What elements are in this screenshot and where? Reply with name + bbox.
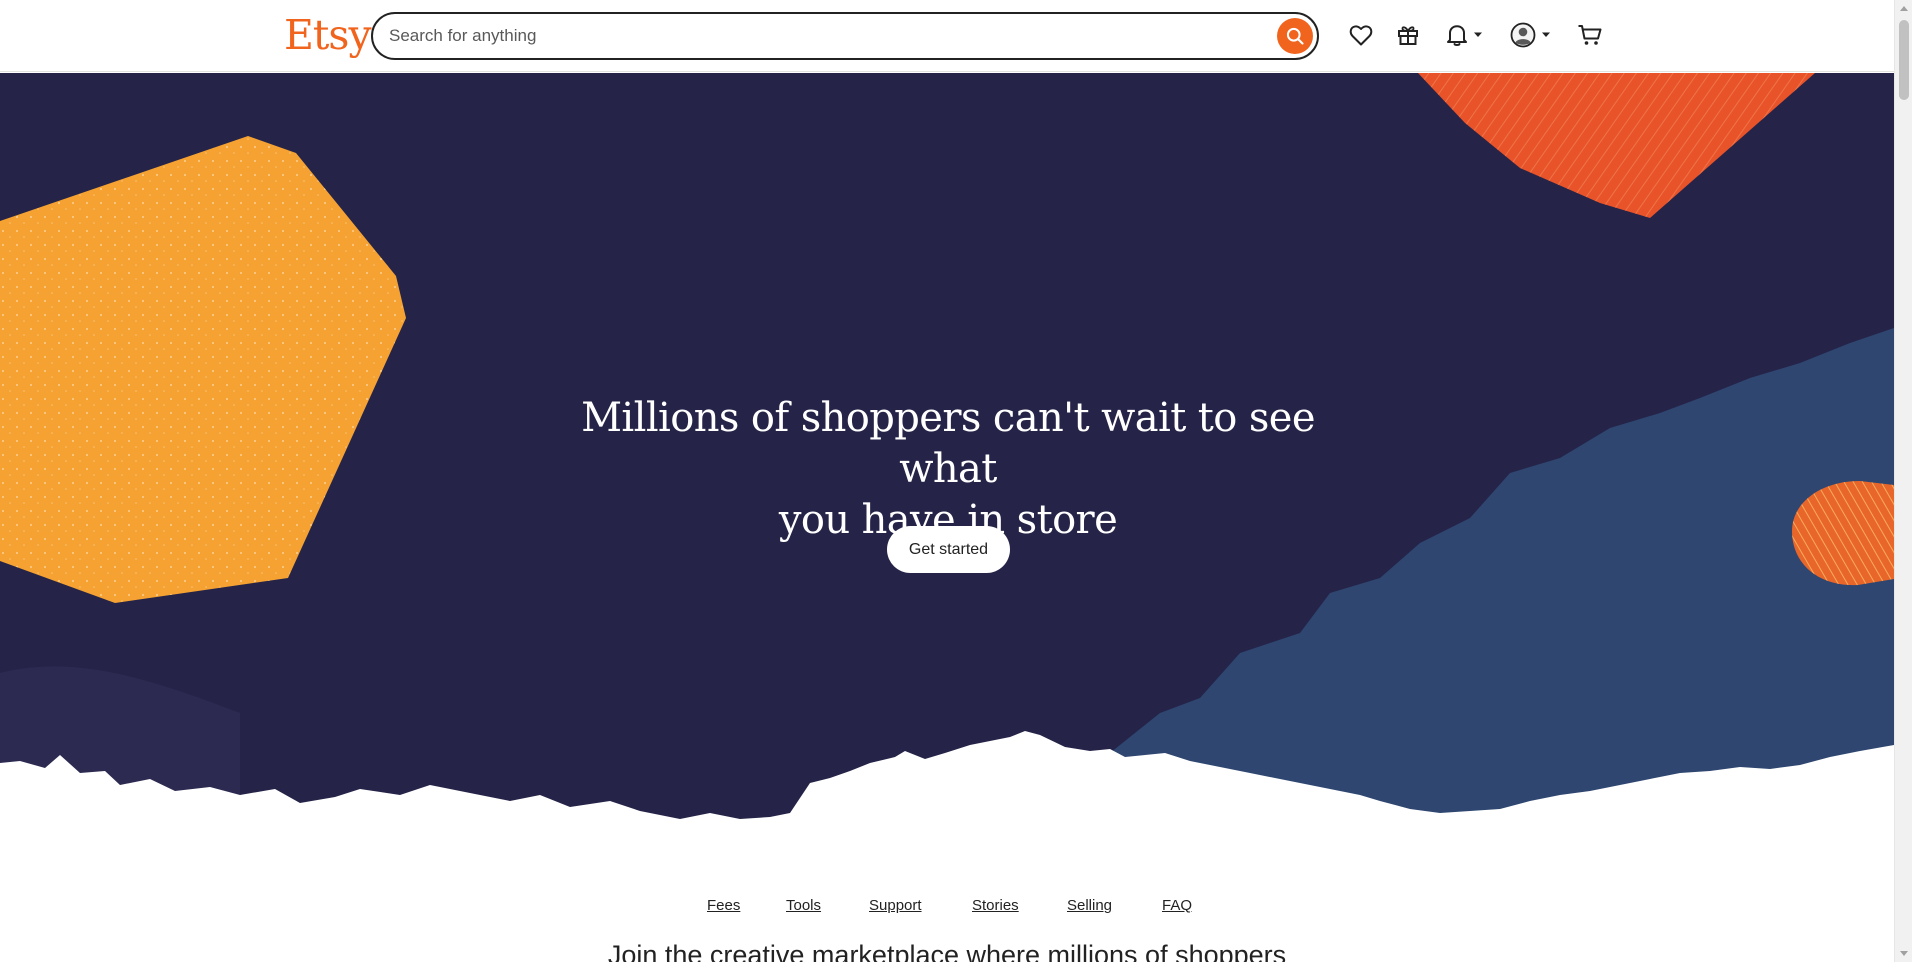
search-button[interactable] (1277, 18, 1313, 54)
caret-down-icon (1473, 32, 1482, 37)
get-started-button[interactable]: Get started (887, 526, 1010, 573)
subnav-link-tools[interactable]: Tools (786, 897, 821, 914)
scrollbar-thumb[interactable] (1899, 20, 1909, 100)
hero-banner: Millions of shoppers can't wait to see w… (0, 73, 1894, 863)
gift-button[interactable] (1393, 18, 1423, 52)
subnav-link-stories[interactable]: Stories (972, 897, 1019, 914)
subnav-link-selling[interactable]: Selling (1067, 897, 1112, 914)
favorites-button[interactable] (1346, 18, 1376, 52)
etsy-logo[interactable]: Etsy (284, 10, 372, 60)
page-scrollbar[interactable] (1894, 0, 1912, 962)
search-icon (1286, 27, 1304, 45)
subnav-link-fees[interactable]: Fees (707, 897, 740, 914)
caret-down-icon (1541, 32, 1550, 37)
gift-icon (1398, 26, 1418, 45)
subnav-link-faq[interactable]: FAQ (1162, 897, 1192, 914)
account-menu-button[interactable] (1508, 18, 1552, 52)
search-bar (371, 12, 1319, 60)
cart-button[interactable] (1575, 18, 1605, 52)
scroll-down-arrow[interactable] (1900, 951, 1908, 956)
site-header: Etsy (0, 0, 1894, 72)
cart-icon (1578, 25, 1602, 45)
subnav-link-support[interactable]: Support (869, 897, 922, 914)
notifications-button[interactable] (1444, 18, 1484, 52)
seller-subnav: Fees Tools Support Stories Selling FAQ (0, 897, 1894, 921)
scroll-up-arrow[interactable] (1900, 6, 1908, 11)
hero-title: Millions of shoppers can't wait to see w… (528, 393, 1368, 546)
search-input[interactable] (389, 14, 1249, 58)
heart-icon (1349, 25, 1373, 46)
section-heading: Join the creative marketplace where mill… (607, 940, 1287, 962)
user-avatar-icon (1510, 22, 1535, 48)
hero-title-line1: Millions of shoppers can't wait to see w… (581, 395, 1315, 492)
bell-icon (1446, 25, 1467, 46)
